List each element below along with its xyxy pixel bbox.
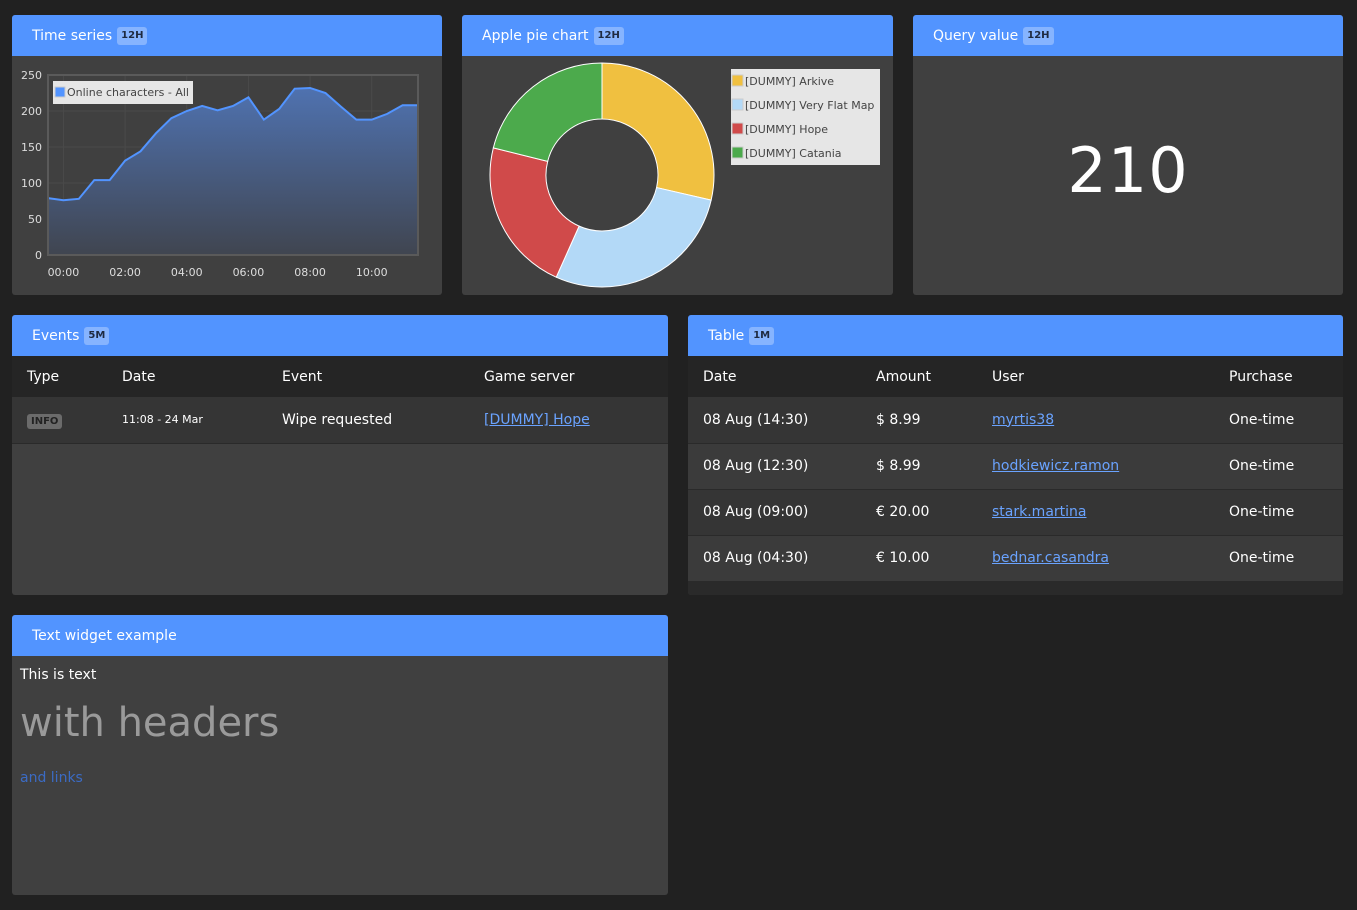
widget-header: Time series 12H — [12, 15, 442, 56]
y-tick-label: 0 — [35, 249, 42, 262]
legend-label: [DUMMY] Very Flat Map — [745, 99, 874, 112]
user-link[interactable]: hodkiewicz.ramon — [992, 458, 1119, 474]
widget-header: Table 1M — [688, 315, 1343, 356]
text-header: with headers — [20, 700, 280, 746]
x-tick-label: 02:00 — [109, 266, 141, 279]
time-range-badge: 1M — [749, 326, 775, 345]
widget-title: Time series — [32, 27, 113, 44]
purchase-amount: $ 8.99 — [876, 411, 921, 428]
time-range-badge: 12H — [1023, 26, 1054, 45]
purchase-amount: € 20.00 — [876, 504, 930, 520]
table-row: 08 Aug (12:30) $ 8.99 hodkiewicz.ramon O… — [688, 443, 1343, 489]
y-tick-label: 200 — [21, 105, 42, 118]
table-header-row: Type Date Event Game server — [12, 356, 668, 397]
legend-swatch — [731, 122, 744, 135]
widget-title: Text widget example — [32, 627, 177, 644]
column-header-date[interactable]: Date — [688, 356, 876, 397]
legend-label: [DUMMY] Hope — [745, 123, 828, 136]
table-row: 08 Aug (09:00) € 20.00 stark.martina One… — [688, 489, 1343, 535]
x-tick-label: 04:00 — [171, 266, 203, 279]
purchase-type: One-time — [1229, 504, 1295, 520]
legend-swatch — [731, 74, 744, 87]
pie-slice — [555, 186, 712, 288]
time-series-chart[interactable]: 0 50 100 150 200 250 00:00 02:00 04:00 06:00 08:00… — [12, 56, 442, 295]
user-link[interactable]: stark.martina — [992, 504, 1086, 520]
event-name: Wipe requested — [282, 411, 393, 428]
query-value-widget: Query value 12H 210 — [913, 15, 1343, 295]
purchase-amount: $ 8.99 — [876, 458, 921, 474]
column-header-amount[interactable]: Amount — [876, 356, 992, 397]
query-value: 210 — [1067, 134, 1189, 207]
column-header-event[interactable]: Event — [282, 356, 484, 397]
purchase-type: One-time — [1229, 550, 1295, 566]
legend-swatch — [731, 146, 744, 159]
x-tick-label: 10:00 — [356, 266, 388, 279]
legend-label: Online characters - All — [67, 86, 189, 99]
user-link[interactable]: myrtis38 — [992, 412, 1054, 428]
column-header-type[interactable]: Type — [12, 356, 122, 397]
table-header-row: Date Amount User Purchase — [688, 356, 1343, 397]
widget-title: Events — [32, 327, 80, 344]
column-header-date[interactable]: Date — [122, 356, 282, 397]
column-header-user[interactable]: User — [992, 356, 1229, 397]
widget-title: Table — [708, 327, 745, 344]
event-type-badge: INFO — [27, 413, 63, 429]
pie-slice — [601, 62, 715, 201]
purchase-date: 08 Aug (14:30) — [703, 411, 809, 428]
legend-label: [DUMMY] Arkive — [745, 75, 834, 88]
text-link[interactable]: and links — [20, 770, 83, 786]
event-date: 11:08 - 24 Mar — [122, 413, 203, 427]
text-widget: Text widget example This is text with he… — [12, 615, 668, 895]
events-widget: Events 5M Type Date Event Game server IN… — [12, 315, 668, 595]
y-tick-label: 150 — [21, 141, 42, 154]
widget-header: Query value 12H — [913, 15, 1343, 56]
legend-swatch — [54, 86, 66, 98]
time-range-badge: 5M — [84, 326, 110, 345]
x-tick-label: 06:00 — [233, 266, 265, 279]
pie-chart[interactable]: [DUMMY] Arkive [DUMMY] Very Flat Map [DUMM… — [462, 56, 893, 295]
widget-header: Apple pie chart 12H — [462, 15, 893, 56]
pie-slice — [492, 62, 603, 163]
user-link[interactable]: bednar.casandra — [992, 550, 1109, 566]
purchase-type: One-time — [1229, 458, 1295, 474]
table-row: 08 Aug (14:30) $ 8.99 myrtis38 One-time — [688, 397, 1343, 443]
series-area — [48, 87, 418, 256]
widget-header: Events 5M — [12, 315, 668, 356]
table-row: INFO 11:08 - 24 Mar Wipe requested [DUMM… — [12, 397, 668, 443]
y-tick-label: 250 — [21, 69, 42, 82]
time-range-badge: 12H — [593, 26, 624, 45]
widget-header: Text widget example — [12, 615, 668, 656]
purchase-date: 08 Aug (04:30) — [703, 550, 809, 566]
events-table: Type Date Event Game server INFO 11:08 -… — [12, 356, 668, 444]
x-tick-label: 00:00 — [48, 266, 80, 279]
time-range-badge: 12H — [117, 26, 148, 45]
y-tick-label: 50 — [28, 213, 42, 226]
column-header-game-server[interactable]: Game server — [484, 356, 668, 397]
game-server-link[interactable]: [DUMMY] Hope — [484, 412, 590, 428]
purchases-table: Date Amount User Purchase 08 Aug (14:30)… — [688, 356, 1343, 582]
legend-label: [DUMMY] Catania — [745, 147, 842, 160]
purchases-table-widget: Table 1M Date Amount User Purchase 08 Au… — [688, 315, 1343, 595]
pie-chart-widget: Apple pie chart 12H [DUMMY] Arkive [DUMMY… — [462, 15, 893, 295]
y-tick-label: 100 — [21, 177, 42, 190]
text-paragraph: This is text — [20, 667, 97, 683]
column-header-purchase[interactable]: Purchase — [1229, 356, 1343, 397]
purchase-amount: € 10.00 — [876, 550, 930, 566]
purchase-date: 08 Aug (12:30) — [703, 458, 809, 474]
purchase-date: 08 Aug (09:00) — [703, 504, 809, 520]
legend-swatch — [731, 98, 744, 111]
table-row: 08 Aug (04:30) € 10.00 bednar.casandra O… — [688, 535, 1343, 581]
x-tick-label: 08:00 — [294, 266, 326, 279]
widget-title: Query value — [933, 27, 1019, 44]
time-series-widget: Time series 12H 0 50 100 150 200 250 00:00 02:0… — [12, 15, 442, 295]
widget-title: Apple pie chart — [482, 27, 589, 44]
purchase-type: One-time — [1229, 411, 1295, 428]
